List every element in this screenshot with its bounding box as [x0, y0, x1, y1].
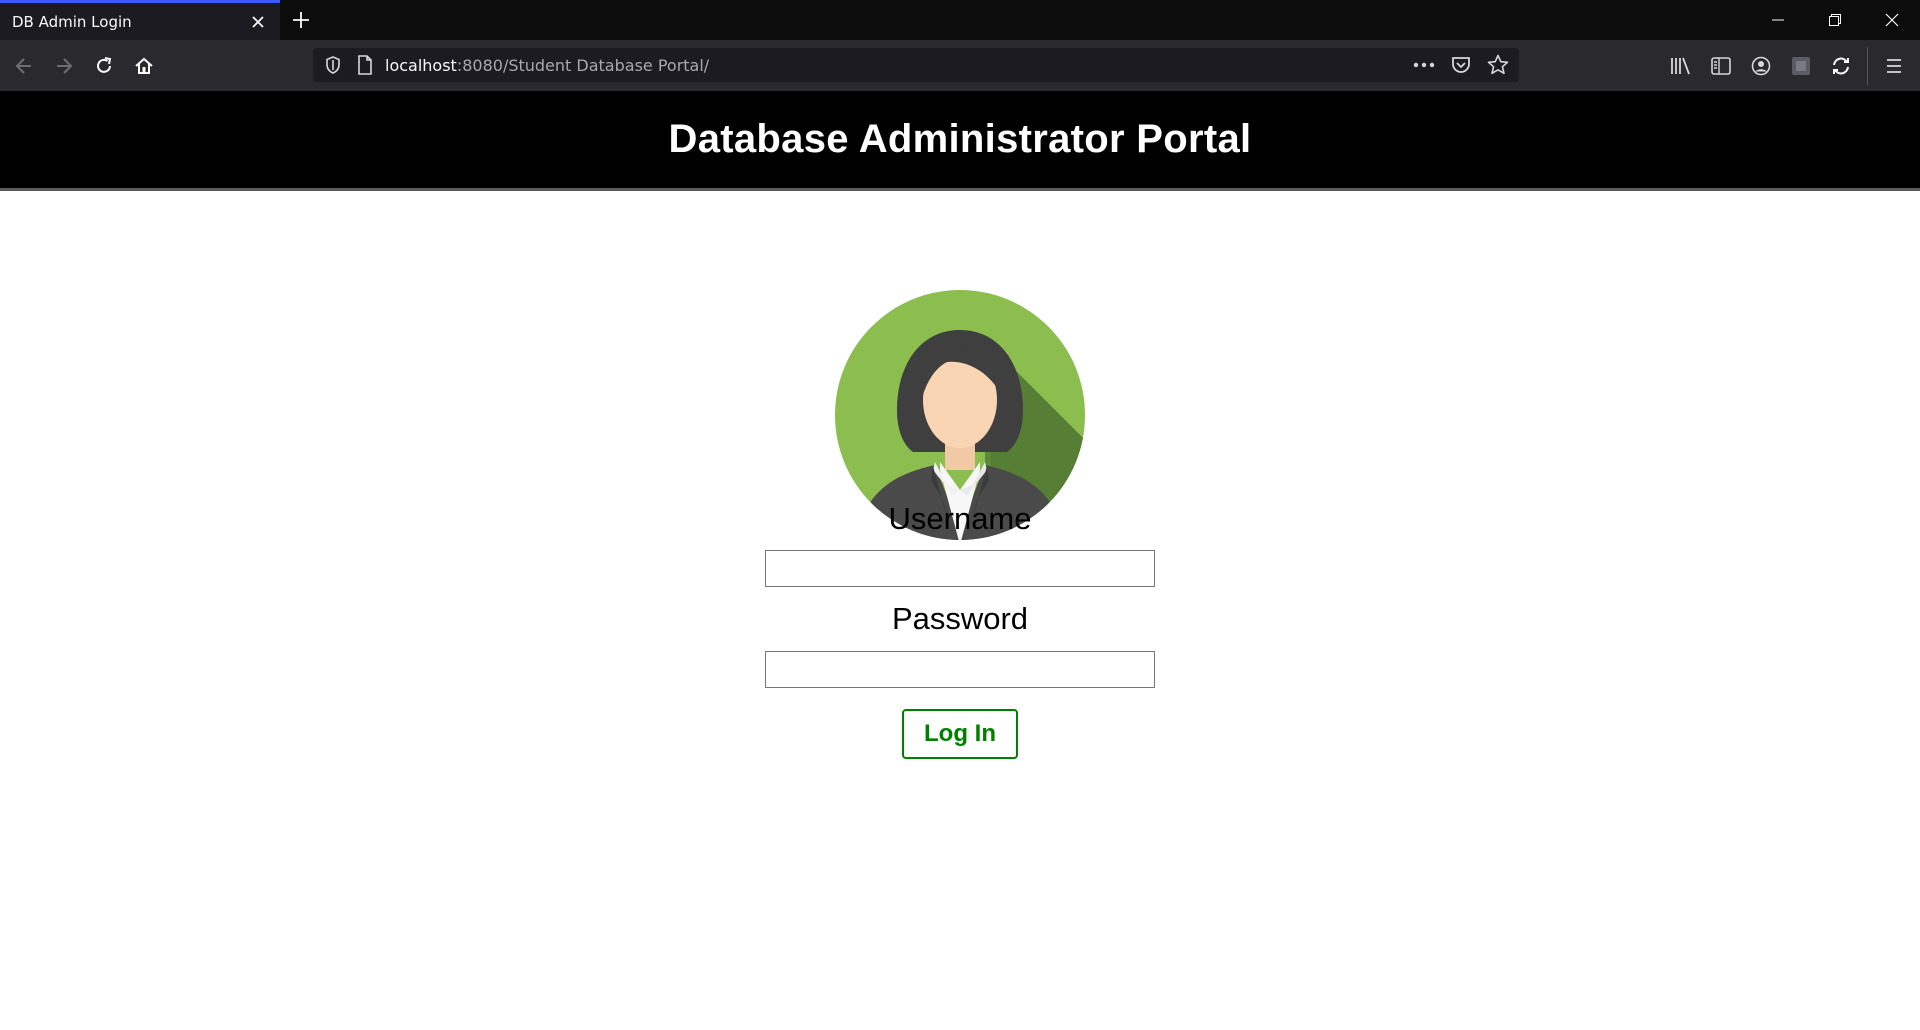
- close-window-button[interactable]: [1863, 0, 1920, 40]
- url-actions: [1413, 48, 1509, 82]
- window-controls: [1749, 0, 1920, 40]
- forward-button[interactable]: [44, 46, 84, 86]
- library-icon: [1671, 57, 1690, 74]
- toolbar-separator: [1867, 46, 1868, 85]
- close-icon: [1885, 13, 1898, 27]
- toolbar-right: [1661, 40, 1920, 91]
- new-tab-button[interactable]: [280, 0, 322, 40]
- bookmark-star-icon[interactable]: [1487, 54, 1509, 76]
- browser-tab[interactable]: DB Admin Login: [0, 0, 280, 40]
- home-button[interactable]: [124, 46, 164, 86]
- home-icon: [135, 57, 153, 74]
- hamburger-menu-icon: [1887, 58, 1901, 73]
- sync-icon: [1833, 57, 1849, 74]
- restore-icon: [1828, 14, 1841, 26]
- password-label: Password: [891, 601, 1029, 636]
- browser-navbar: localhost:8080/Student Database Portal/: [0, 40, 1920, 91]
- address-bar[interactable]: localhost:8080/Student Database Portal/: [313, 48, 1519, 82]
- url-host: localhost: [385, 55, 457, 75]
- pocket-icon[interactable]: [1451, 55, 1471, 75]
- reload-button[interactable]: [84, 46, 124, 86]
- password-input[interactable]: [765, 651, 1155, 688]
- tab-close-icon[interactable]: [248, 12, 268, 32]
- sidebar-button[interactable]: [1701, 46, 1741, 86]
- url-path: :8080/Student Database Portal/: [456, 55, 710, 75]
- login-button[interactable]: Log In: [902, 709, 1018, 759]
- menu-button[interactable]: [1874, 46, 1914, 86]
- shield-icon[interactable]: [325, 56, 341, 74]
- extension-icon: [1792, 56, 1810, 75]
- browser-tabbar: DB Admin Login: [0, 0, 1920, 40]
- back-arrow-icon: [15, 57, 31, 74]
- url-text: localhost:8080/Student Database Portal/: [385, 56, 709, 75]
- plus-icon: [293, 12, 309, 28]
- account-icon: [1751, 56, 1771, 75]
- tab-title: DB Admin Login: [12, 12, 132, 31]
- minimize-button[interactable]: [1749, 0, 1806, 40]
- username-label: Username: [888, 501, 1032, 536]
- minimize-icon: [1771, 19, 1784, 21]
- extension-button[interactable]: [1781, 46, 1821, 86]
- account-button[interactable]: [1741, 46, 1781, 86]
- sync-button[interactable]: [1821, 46, 1861, 86]
- more-actions-icon[interactable]: [1413, 62, 1435, 68]
- restore-button[interactable]: [1806, 0, 1863, 40]
- library-button[interactable]: [1661, 46, 1701, 86]
- back-button[interactable]: [4, 46, 44, 86]
- page-title: Database Administrator Portal: [668, 117, 1252, 161]
- page-header: Database Administrator Portal: [0, 91, 1920, 191]
- page-info-icon[interactable]: [357, 55, 373, 75]
- sidebar-icon: [1711, 56, 1731, 75]
- forward-arrow-icon: [57, 57, 73, 74]
- reload-icon: [97, 56, 112, 73]
- username-input[interactable]: [765, 550, 1155, 587]
